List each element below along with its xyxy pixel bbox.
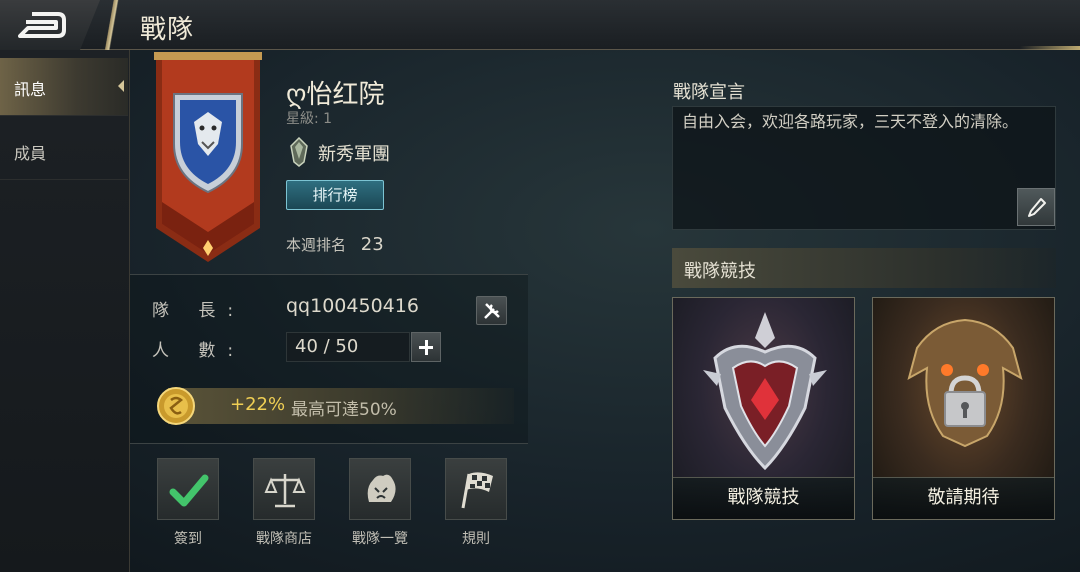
member-count: 40 / 50: [286, 332, 410, 362]
declaration-title: 戰隊宣言: [673, 82, 745, 103]
check-in-label: 簽到: [174, 531, 202, 547]
rules-tile: [445, 458, 507, 520]
coming-soon-label: 敬請期待: [873, 477, 1054, 519]
team-overview-label: 戰隊一覽: [352, 531, 408, 547]
top-bar: 戰隊: [0, 0, 1080, 50]
top-bar-accent: [1020, 46, 1080, 50]
team-shop-button[interactable]: 戰隊商店: [253, 458, 315, 550]
declaration-text: 自由入会，欢迎各路玩家，三天不登入的清除。: [682, 112, 1019, 131]
sidebar-item-members[interactable]: 成員: [0, 122, 128, 180]
team-overview-button[interactable]: 戰隊一覽: [349, 458, 411, 550]
weekly-rank: 本週排名 23: [286, 234, 384, 255]
team-competition-card[interactable]: 戰隊競技: [672, 297, 855, 520]
team-overview-tile: [349, 458, 411, 520]
check-in-tile: [157, 458, 219, 520]
member-count-label: 人 數:: [152, 341, 246, 361]
pencil-icon: [1028, 198, 1046, 217]
competition-crest-icon: [703, 312, 827, 471]
title-divider: [84, 0, 142, 50]
beast-icon: [367, 474, 396, 502]
captain-label: 隊 長:: [152, 301, 246, 321]
sidebar: 訊息 成員: [0, 50, 130, 572]
team-competition-label: 戰隊競技: [673, 477, 854, 519]
star-level: 星級: 1: [286, 111, 333, 127]
sidebar-item-label: 成員: [14, 144, 47, 163]
check-in-button[interactable]: 簽到: [157, 458, 219, 550]
manage-team-button[interactable]: [476, 296, 507, 325]
page-title: 戰隊: [140, 15, 195, 45]
gold-coin-icon: [157, 387, 195, 425]
weekly-rank-label: 本週排名: [286, 236, 347, 254]
bonus-max-text: 最高可達50%: [291, 400, 397, 420]
sidebar-item-info[interactable]: 訊息: [0, 58, 128, 116]
team-shop-label: 戰隊商店: [256, 531, 312, 547]
team-shop-tile: [253, 458, 315, 520]
sidebar-item-label: 訊息: [14, 80, 47, 99]
team-rank-name: 新秀軍團: [318, 144, 390, 165]
competition-title: 戰隊競技: [684, 261, 756, 282]
expand-members-button[interactable]: [411, 332, 441, 362]
rules-button[interactable]: 規則: [445, 458, 507, 550]
leaderboard-button[interactable]: 排行榜: [286, 180, 384, 210]
scales-icon: [264, 474, 306, 508]
back-arrow-icon: [18, 12, 66, 38]
tools-icon: [484, 303, 500, 319]
bonus-percent: +22%: [230, 394, 286, 415]
rank-crystal-icon: [290, 137, 308, 167]
weekly-rank-value: 23: [360, 234, 384, 255]
edit-declaration-button[interactable]: [1017, 188, 1055, 226]
coming-soon-card[interactable]: 敬請期待: [872, 297, 1055, 520]
team-name: ღ怡红院: [286, 80, 385, 110]
rules-label: 規則: [462, 531, 490, 547]
team-banner-emblem: [154, 52, 262, 262]
checkmark-icon: [169, 474, 209, 507]
checkered-flag-icon: [461, 472, 493, 509]
captain-name: qq100450416: [286, 295, 419, 317]
locked-beast-icon: [907, 318, 1023, 448]
